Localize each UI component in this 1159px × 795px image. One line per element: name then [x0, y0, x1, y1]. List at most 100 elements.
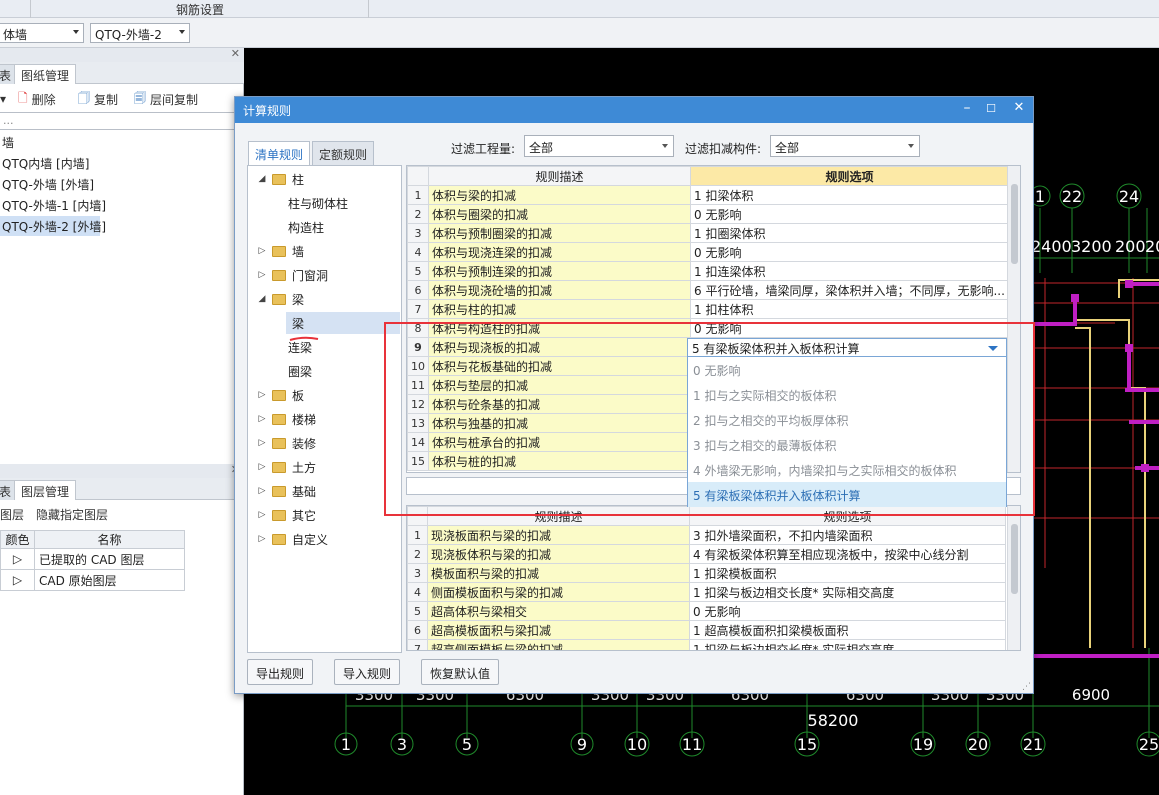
category-item[interactable]: 圈梁 [288, 360, 312, 382]
expand-icon[interactable]: ▷ [256, 486, 268, 496]
rule-option[interactable]: 1 扣梁模板面积 [689, 563, 1006, 583]
dropdown-option[interactable]: 4 外墙梁无影响，内墙梁扣与之实际相交的板体积 [688, 457, 1006, 482]
rule-option[interactable]: 0 无影响 [690, 204, 1009, 224]
table-row[interactable]: 3 模板面积与梁的扣减 1 扣梁模板面积 [407, 563, 1006, 583]
close-icon[interactable]: ✕ [231, 47, 240, 60]
rule-option[interactable]: 1 超高模板面积扣梁模板面积 [689, 620, 1006, 640]
tree-item-qtq-outer[interactable]: QTQ-外墙 [外墙] [0, 174, 244, 194]
reset-default-button[interactable]: 恢复默认值 [421, 659, 500, 685]
dropdown-option[interactable]: 2 扣与之相交的平均板厚体积 [688, 407, 1006, 432]
rule-option[interactable]: 0 无影响 [690, 242, 1009, 262]
table-row[interactable]: 7 超高侧面模板与梁的扣减 1 扣梁与板边相交长度* 实际相交高度 [407, 639, 1006, 650]
tab-quota-rules[interactable]: 定额规则 [312, 141, 375, 165]
maximize-button[interactable]: ☐ [981, 102, 1001, 115]
collapse-icon[interactable]: ◢ [256, 294, 268, 304]
table-row[interactable]: 2 现浇板体积与梁的扣减 4 有梁板梁体积算至相应现浇板中，按梁中心线分割 [407, 544, 1006, 564]
category-item[interactable]: ▷ 板 [256, 384, 304, 406]
category-item[interactable]: 柱与砌体柱 [288, 192, 348, 214]
dialog-title-bar[interactable]: 计算规则 – ☐ ✕ [235, 97, 1033, 123]
minimize-button[interactable]: – [957, 100, 977, 116]
ribbon-rebar-settings[interactable]: 钢筋设置 [176, 1, 224, 18]
tab-bill-rules[interactable]: 清单规则 [248, 141, 311, 165]
table-row[interactable]: 1 现浇板面积与梁的扣减 3 扣外墙梁面积，不扣内墙梁面积 [407, 525, 1006, 545]
scroll-thumb[interactable] [1011, 184, 1018, 264]
table-row[interactable]: ▷ 已提取的 CAD 图层 [0, 548, 185, 570]
category-item[interactable]: ▷ 基础 [256, 480, 316, 502]
rule-option[interactable]: 1 扣柱体积 [690, 299, 1009, 319]
copy-button[interactable]: 🗍 复制 [78, 89, 118, 109]
table-row[interactable]: 7 体积与柱的扣减 1 扣柱体积 [407, 299, 1009, 319]
component-search-input[interactable]: ... [0, 112, 238, 130]
rule-option[interactable]: 1 扣圈梁体积 [690, 223, 1009, 243]
expand-icon[interactable]: ▷ [256, 270, 268, 280]
table-row[interactable]: 6 体积与现浇砼墙的扣减 6 平行砼墙，墙梁同厚，梁体积并入墙；不同厚，无影响... [407, 280, 1009, 300]
rule-option[interactable]: 6 平行砼墙，墙梁同厚，梁体积并入墙；不同厚，无影响... [690, 280, 1009, 300]
table-row[interactable]: 4 侧面模板面积与梁的扣减 1 扣梁与板边相交长度* 实际相交高度 [407, 582, 1006, 602]
close-button[interactable]: ✕ [1009, 100, 1029, 115]
hide-layer-button[interactable]: 隐藏指定图层 [36, 504, 108, 524]
category-item[interactable]: ▷ 其它 [256, 504, 316, 526]
tab-drawing-manager[interactable]: 图纸管理 [14, 64, 77, 84]
wall-type-combo[interactable]: 体墙 [0, 23, 84, 43]
tab-layer-manager[interactable]: 图层管理 [14, 480, 77, 500]
category-item[interactable]: ▷ 土方 [256, 456, 316, 478]
category-item[interactable]: ◢ 柱 [256, 168, 304, 190]
category-item[interactable]: 构造柱 [288, 216, 324, 238]
expand-icon[interactable]: ▷ [256, 510, 268, 520]
resize-grip-icon[interactable]: ⋰ [1022, 682, 1031, 692]
category-item[interactable]: ▷ 自定义 [256, 528, 328, 550]
filter-member-combo[interactable]: 全部 [770, 135, 920, 157]
scroll-thumb[interactable] [1011, 524, 1018, 594]
expand-icon[interactable]: ▷ [0, 548, 35, 570]
vertical-scrollbar[interactable] [1007, 166, 1020, 472]
export-rules-button[interactable]: 导出规则 [247, 659, 314, 685]
table-row[interactable]: 1 体积与梁的扣减 1 扣梁体积 [407, 185, 1009, 205]
expand-icon[interactable]: ▷ [256, 462, 268, 472]
rule-option[interactable]: 3 扣外墙梁面积，不扣内墙梁面积 [689, 525, 1006, 545]
tree-item-qtq-inner[interactable]: QTQ内墙 [内墙] [0, 153, 244, 173]
floor-copy-button[interactable]: 🗐 层间复制 [134, 89, 198, 109]
category-item[interactable]: ▷ 墙 [256, 240, 304, 262]
table-row[interactable]: 5 超高体积与梁相交 0 无影响 [407, 601, 1006, 621]
category-item[interactable]: 梁 [286, 312, 400, 334]
dropdown-icon[interactable]: ▾ [0, 89, 6, 109]
dropdown-option[interactable]: 1 扣与之实际相交的板体积 [688, 382, 1006, 407]
table-row[interactable]: ▷ CAD 原始图层 [0, 569, 185, 591]
rule-option[interactable]: 0 无影响 [690, 318, 1009, 338]
tree-item-qtq-outer-1[interactable]: QTQ-外墙-1 [内墙] [0, 195, 244, 215]
category-item[interactable]: ▷ 门窗洞 [256, 264, 328, 286]
expand-icon[interactable]: ▷ [0, 569, 35, 591]
tree-item-wall[interactable]: 墙 [0, 132, 244, 152]
rule-option[interactable]: 1 扣梁与板边相交长度* 实际相交高度 [689, 582, 1006, 602]
expand-icon[interactable]: ▷ [256, 390, 268, 400]
expand-icon[interactable]: ▷ [256, 246, 268, 256]
table-row[interactable]: 6 超高模板面积与梁扣减 1 超高模板面积扣梁模板面积 [407, 620, 1006, 640]
rule-option[interactable]: 1 扣梁与板边相交长度* 实际相交高度 [689, 639, 1006, 650]
delete-button[interactable]: 🗋 删除 [18, 89, 56, 109]
category-item[interactable]: ◢ 梁 [256, 288, 304, 310]
import-rules-button[interactable]: 导入规则 [334, 659, 401, 685]
wall-name-combo[interactable]: QTQ-外墙-2 [90, 23, 190, 43]
vertical-scrollbar[interactable] [1007, 506, 1020, 650]
show-layer-button[interactable]: 图层 [0, 504, 24, 524]
expand-icon[interactable]: ▷ [256, 534, 268, 544]
table-row[interactable]: 8 体积与构造柱的扣减 0 无影响 [407, 318, 1009, 338]
filter-qty-combo[interactable]: 全部 [524, 135, 674, 157]
expand-icon[interactable]: ▷ [256, 414, 268, 424]
table-row[interactable]: 4 体积与现浇连梁的扣减 0 无影响 [407, 242, 1009, 262]
dropdown-option[interactable]: 0 无影响 [688, 357, 1006, 382]
rule-option[interactable]: 1 扣连梁体积 [690, 261, 1009, 281]
rule-option[interactable]: 4 有梁板梁体积算至相应现浇板中，按梁中心线分割 [689, 544, 1006, 564]
category-item[interactable]: ▷ 楼梯 [256, 408, 316, 430]
table-row[interactable]: 5 体积与预制连梁的扣减 1 扣连梁体积 [407, 261, 1009, 281]
rule-option[interactable]: 0 无影响 [689, 601, 1006, 621]
table-row[interactable]: 3 体积与预制圈梁的扣减 1 扣圈梁体积 [407, 223, 1009, 243]
dropdown-option[interactable]: 3 扣与之相交的最薄板体积 [688, 432, 1006, 457]
rule-option-combo[interactable]: 5 有梁板梁体积并入板体积计算 [687, 338, 1007, 357]
category-item[interactable]: ▷ 装修 [256, 432, 316, 454]
rule-option[interactable]: 1 扣梁体积 [690, 185, 1009, 205]
table-row[interactable]: 2 体积与圈梁的扣减 0 无影响 [407, 204, 1009, 224]
dropdown-option[interactable]: 5 有梁板梁体积并入板体积计算 [688, 482, 1006, 507]
collapse-icon[interactable]: ◢ [256, 174, 268, 184]
tree-item-qtq-outer-2[interactable]: QTQ-外墙-2 [外墙] [0, 216, 106, 236]
